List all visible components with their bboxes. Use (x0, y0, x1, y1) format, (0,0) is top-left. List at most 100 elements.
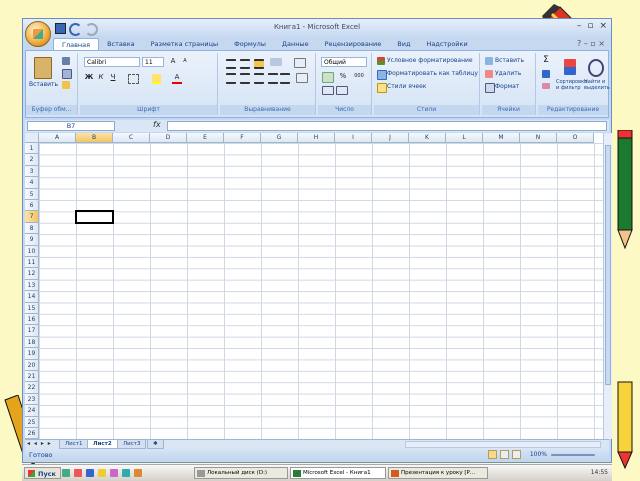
taskbar-item-presentation[interactable]: Презентация к уроку [Р... (388, 467, 488, 479)
active-cell[interactable] (75, 210, 114, 224)
merge-cells-icon[interactable] (296, 73, 308, 83)
fill-color-icon[interactable] (152, 74, 161, 84)
row-header[interactable]: 11 (25, 257, 39, 269)
insert-sheet-icon[interactable]: ✱ (147, 440, 164, 449)
quicklaunch-icon[interactable] (134, 469, 142, 477)
zoom-level[interactable]: 100% (530, 451, 547, 458)
column-header[interactable]: D (150, 133, 187, 143)
sheet-tab-3[interactable]: Лист3 (117, 440, 147, 449)
align-bottom-icon[interactable] (254, 59, 264, 69)
vertical-scroll-thumb[interactable] (605, 145, 611, 385)
row-header[interactable]: 1 (25, 143, 39, 155)
conditional-formatting-icon[interactable] (377, 57, 385, 65)
sheet-nav-arrows-icon[interactable]: ◂ ◂ ▸ ▸ (27, 440, 52, 447)
tab-review[interactable]: Рецензирование (317, 38, 390, 50)
select-all-button[interactable] (25, 133, 39, 143)
quicklaunch-icon[interactable] (122, 469, 130, 477)
row-header[interactable]: 16 (25, 314, 39, 326)
horizontal-scrollbar[interactable] (405, 441, 601, 448)
normal-view-icon[interactable] (488, 450, 497, 459)
format-painter-icon[interactable] (62, 81, 70, 89)
row-header[interactable]: 26 (25, 428, 39, 439)
clear-icon[interactable] (542, 83, 550, 89)
tab-page-layout[interactable]: Разметка страницы (143, 38, 227, 50)
thousands-button[interactable]: 000 (352, 72, 366, 81)
insert-function-button[interactable]: fx (153, 120, 161, 129)
font-size-dropdown[interactable]: 11 (142, 57, 164, 67)
column-header[interactable]: L (446, 133, 483, 143)
column-header[interactable]: H (298, 133, 335, 143)
increase-indent-icon[interactable] (280, 73, 290, 84)
column-header[interactable]: B (76, 133, 113, 143)
format-cells-icon[interactable] (485, 83, 495, 93)
tab-view[interactable]: Вид (389, 38, 418, 50)
column-header[interactable]: E (187, 133, 224, 143)
format-as-table-button[interactable]: Форматировать как таблицу (387, 70, 478, 77)
quicklaunch-icon[interactable] (62, 469, 70, 477)
insert-cells-icon[interactable] (485, 57, 493, 65)
column-header[interactable]: I (335, 133, 372, 143)
quicklaunch-icon[interactable] (86, 469, 94, 477)
quicklaunch-icon[interactable] (98, 469, 106, 477)
decrease-decimal-icon[interactable] (336, 86, 348, 95)
delete-cells-icon[interactable] (485, 70, 493, 78)
page-break-view-icon[interactable] (512, 450, 521, 459)
wrap-text-icon[interactable] (294, 58, 306, 68)
tab-insert[interactable]: Вставка (99, 38, 143, 50)
row-header[interactable]: 6 (25, 200, 39, 212)
grow-font-icon[interactable]: A (168, 57, 178, 66)
page-layout-view-icon[interactable] (500, 450, 509, 459)
office-button[interactable] (25, 21, 51, 47)
tab-formulas[interactable]: Формулы (226, 38, 274, 50)
find-select-icon[interactable] (588, 59, 604, 77)
row-header[interactable]: 17 (25, 325, 39, 337)
align-right-icon[interactable] (254, 73, 264, 84)
row-header[interactable]: 4 (25, 177, 39, 189)
delete-cells-button[interactable]: Удалить (495, 70, 521, 77)
cell-styles-icon[interactable] (377, 83, 387, 93)
row-header[interactable]: 14 (25, 291, 39, 303)
row-header[interactable]: 22 (25, 382, 39, 394)
column-header[interactable]: A (39, 133, 76, 143)
minimize-button[interactable]: – (577, 21, 582, 31)
sort-filter-icon[interactable] (564, 59, 576, 75)
row-header[interactable]: 7 (25, 211, 39, 223)
tab-data[interactable]: Данные (274, 38, 317, 50)
column-header[interactable]: N (520, 133, 557, 143)
conditional-formatting-button[interactable]: Условное форматирование (387, 57, 473, 64)
row-header[interactable]: 25 (25, 416, 39, 428)
align-middle-icon[interactable] (240, 59, 250, 69)
row-header[interactable]: 10 (25, 245, 39, 257)
align-center-icon[interactable] (240, 73, 250, 84)
row-header[interactable]: 5 (25, 188, 39, 200)
row-header[interactable]: 15 (25, 302, 39, 314)
format-cells-button[interactable]: Формат (495, 83, 519, 90)
align-left-icon[interactable] (226, 73, 236, 84)
row-header[interactable]: 13 (25, 279, 39, 292)
insert-cells-button[interactable]: Вставить (495, 57, 524, 64)
currency-icon[interactable] (322, 72, 334, 83)
find-select-button[interactable]: Найти и выделить (584, 79, 610, 91)
italic-button[interactable]: К (96, 73, 106, 82)
format-as-table-icon[interactable] (377, 70, 387, 80)
percent-button[interactable]: % (338, 72, 348, 81)
quicklaunch-icon[interactable] (74, 469, 82, 477)
help-icon[interactable]: ? – ▫ × (577, 39, 605, 48)
row-header[interactable]: 20 (25, 359, 39, 371)
orientation-icon[interactable] (270, 58, 282, 66)
paste-button[interactable]: Вставить (29, 81, 58, 88)
cut-icon[interactable] (62, 57, 70, 65)
row-header[interactable]: 3 (25, 165, 39, 178)
autosum-button[interactable]: Σ (541, 56, 551, 65)
row-header[interactable]: 8 (25, 222, 39, 235)
row-header[interactable]: 9 (25, 234, 39, 246)
borders-icon[interactable] (128, 74, 139, 84)
row-header[interactable]: 18 (25, 336, 39, 349)
number-format-dropdown[interactable]: Общий (321, 57, 367, 67)
shrink-font-icon[interactable]: A (180, 57, 190, 66)
tab-home[interactable]: Главная (53, 38, 100, 50)
cell-styles-button[interactable]: Стили ячеек (387, 83, 426, 90)
row-header[interactable]: 21 (25, 371, 39, 383)
worksheet-grid[interactable]: ABCDEFGHIJKLMNO 1 2 3 4 5 6 7 8 9 10 11 12 13 14 15 16 1… (25, 133, 603, 439)
paste-icon[interactable] (34, 57, 52, 79)
